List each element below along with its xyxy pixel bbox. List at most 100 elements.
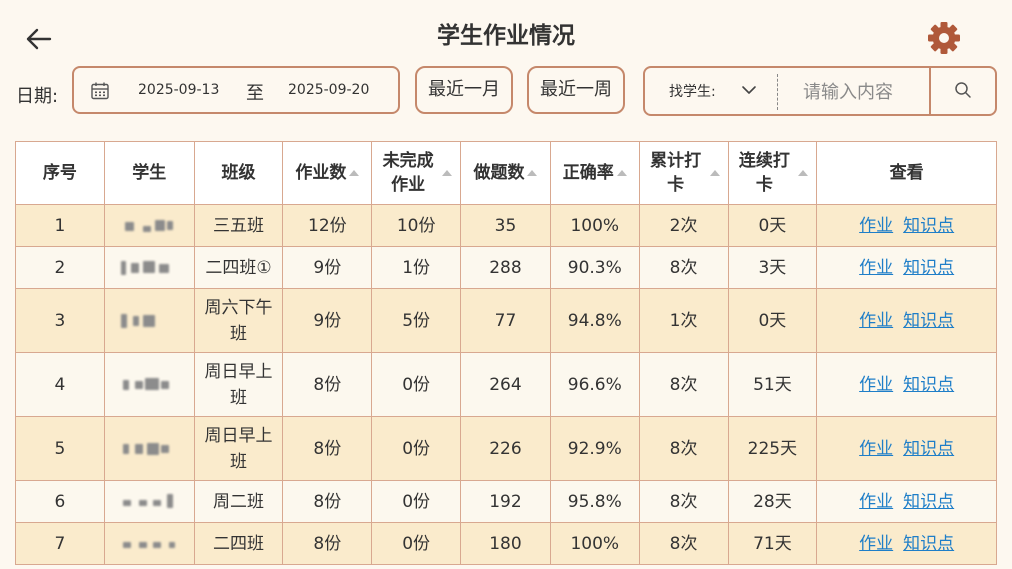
column-header-student: 学生: [103, 141, 195, 205]
cell-questions: 180: [460, 522, 551, 565]
cell-student[interactable]: [103, 246, 195, 289]
cell-accuracy: 95.8%: [549, 480, 640, 523]
cell-class: 周六下午班: [193, 288, 284, 353]
cell-student[interactable]: [103, 352, 195, 417]
table-body: 1 三五班 12份 10份 35 100% 2次 0天 作业 知识点 2 二四班① 9份 1份 288 90.…: [15, 204, 997, 565]
column-header-unfinished-label: 未完成作业: [382, 151, 434, 195]
column-header-index: 序号: [15, 141, 105, 205]
cell-total-checkin: 1次: [638, 288, 729, 353]
column-header-class: 班级: [193, 141, 284, 205]
cell-accuracy: 100%: [549, 522, 640, 565]
student-name-redacted: [117, 439, 181, 459]
cell-unfinished: 0份: [371, 522, 462, 565]
knowledge-link[interactable]: 知识点: [903, 375, 954, 395]
gear-icon[interactable]: [926, 20, 962, 56]
end-date[interactable]: 2025-09-20: [288, 82, 369, 98]
cell-unfinished: 0份: [371, 352, 462, 417]
knowledge-link[interactable]: 知识点: [903, 439, 954, 459]
column-header-view: 查看: [816, 141, 997, 205]
recent-month-button[interactable]: 最近一月: [415, 66, 513, 114]
column-header-homework-label: 作业数: [295, 163, 347, 183]
knowledge-link[interactable]: 知识点: [903, 216, 954, 236]
cell-total-checkin: 8次: [638, 246, 729, 289]
cell-accuracy: 90.3%: [549, 246, 640, 289]
table-row: 7 二四班 8份 0份 180 100% 8次 71天 作业 知识点: [15, 522, 997, 565]
sort-up-icon[interactable]: [442, 170, 453, 176]
cell-questions: 288: [460, 246, 551, 289]
cell-streak: 0天: [727, 204, 818, 247]
column-header-questions[interactable]: 做题数: [460, 141, 551, 205]
search-divider: [777, 74, 778, 110]
sort-up-icon[interactable]: [527, 170, 538, 176]
cell-homework: 8份: [282, 480, 373, 523]
homework-link[interactable]: 作业: [859, 492, 893, 512]
recent-week-button[interactable]: 最近一周: [527, 66, 625, 114]
knowledge-link[interactable]: 知识点: [903, 311, 954, 331]
cell-unfinished: 0份: [371, 416, 462, 481]
sort-up-icon[interactable]: [349, 170, 360, 176]
column-header-homework[interactable]: 作业数: [282, 141, 373, 205]
cell-class: 周日早上班: [193, 416, 284, 481]
cell-homework: 9份: [282, 246, 373, 289]
cell-view: 作业 知识点: [816, 204, 997, 247]
student-name-redacted: [117, 534, 181, 554]
cell-index: 5: [15, 416, 105, 481]
student-search: 找学生:: [643, 66, 997, 116]
cell-unfinished: 10份: [371, 204, 462, 247]
cell-student[interactable]: [103, 480, 195, 523]
homework-link[interactable]: 作业: [859, 375, 893, 395]
knowledge-link[interactable]: 知识点: [903, 492, 954, 512]
cell-accuracy: 100%: [549, 204, 640, 247]
knowledge-link[interactable]: 知识点: [903, 258, 954, 278]
cell-student[interactable]: [103, 416, 195, 481]
student-name-redacted: [117, 375, 181, 395]
column-header-total-checkin[interactable]: 累计打卡: [638, 141, 729, 205]
homework-link[interactable]: 作业: [859, 311, 893, 331]
search-input[interactable]: [785, 72, 945, 112]
homework-table: 序号 学生 班级 作业数 未完成作业 做题数 正确率 累计打卡 连续打卡 查看 …: [15, 141, 997, 565]
sort-up-icon[interactable]: [616, 170, 627, 176]
column-header-unfinished[interactable]: 未完成作业: [371, 141, 462, 205]
homework-link[interactable]: 作业: [859, 258, 893, 278]
cell-student[interactable]: [103, 204, 195, 247]
cell-total-checkin: 2次: [638, 204, 729, 247]
start-date[interactable]: 2025-09-13: [138, 82, 219, 98]
cell-accuracy: 96.6%: [549, 352, 640, 417]
cell-streak: 0天: [727, 288, 818, 353]
knowledge-link[interactable]: 知识点: [903, 534, 954, 554]
cell-index: 1: [15, 204, 105, 247]
cell-homework: 8份: [282, 522, 373, 565]
column-header-accuracy[interactable]: 正确率: [549, 141, 640, 205]
chevron-down-icon[interactable]: [741, 84, 757, 96]
student-name-redacted: [117, 258, 181, 278]
sort-up-icon[interactable]: [798, 170, 809, 176]
search-button[interactable]: [929, 66, 997, 116]
homework-link[interactable]: 作业: [859, 534, 893, 554]
find-student-select[interactable]: 找学生:: [669, 81, 716, 101]
cell-homework: 12份: [282, 204, 373, 247]
cell-questions: 192: [460, 480, 551, 523]
cell-streak: 51天: [727, 352, 818, 417]
cell-student[interactable]: [103, 522, 195, 565]
cell-view: 作业 知识点: [816, 288, 997, 353]
cell-view: 作业 知识点: [816, 352, 997, 417]
column-header-streak[interactable]: 连续打卡: [727, 141, 818, 205]
sort-up-icon[interactable]: [709, 170, 720, 176]
calendar-icon: [91, 82, 109, 100]
cell-index: 3: [15, 288, 105, 353]
app-header: 学生作业情况: [0, 0, 1012, 64]
cell-streak: 225天: [727, 416, 818, 481]
cell-total-checkin: 8次: [638, 416, 729, 481]
date-range-picker[interactable]: 2025-09-13 至 2025-09-20: [72, 66, 400, 114]
cell-unfinished: 5份: [371, 288, 462, 353]
cell-total-checkin: 8次: [638, 480, 729, 523]
page-title: 学生作业情况: [437, 23, 575, 49]
cell-index: 6: [15, 480, 105, 523]
table-header-row: 序号 学生 班级 作业数 未完成作业 做题数 正确率 累计打卡 连续打卡 查看: [15, 141, 997, 205]
homework-link[interactable]: 作业: [859, 439, 893, 459]
student-name-redacted: [117, 311, 181, 331]
cell-class: 周日早上班: [193, 352, 284, 417]
homework-link[interactable]: 作业: [859, 216, 893, 236]
cell-student[interactable]: [103, 288, 195, 353]
cell-index: 2: [15, 246, 105, 289]
